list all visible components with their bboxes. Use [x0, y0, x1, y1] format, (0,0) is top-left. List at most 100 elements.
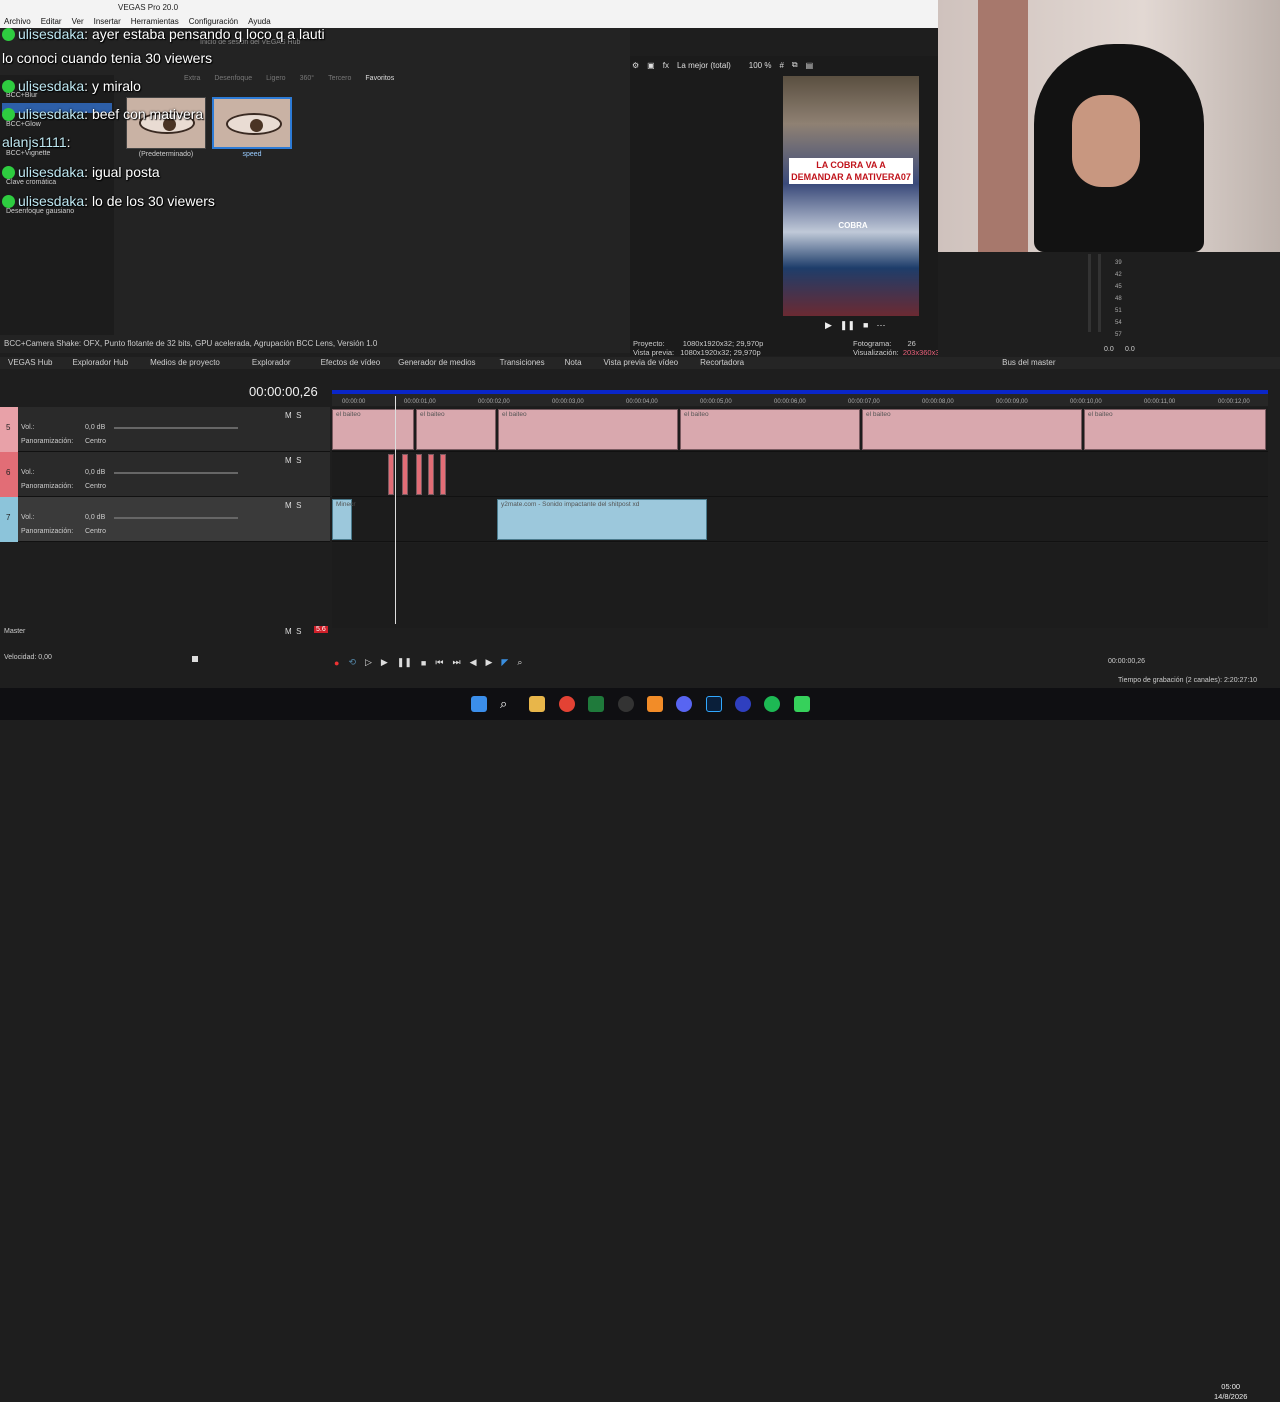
tab-nota[interactable]: Nota: [553, 357, 590, 369]
forward-icon[interactable]: ▶: [486, 657, 493, 668]
mute-solo[interactable]: M S: [285, 411, 301, 420]
fx-item[interactable]: Desenfoque gausiano: [6, 208, 74, 215]
audio-clip-shitpost[interactable]: y2mate.com - Sonido impactante del shitp…: [497, 499, 707, 540]
preset-thumb-speed[interactable]: [212, 97, 292, 149]
fx-item[interactable]: Clave cromática: [6, 179, 56, 186]
tab-explorador[interactable]: Explorador: [228, 357, 299, 369]
meter-label: 48: [1115, 296, 1122, 302]
tab-explorador-hub[interactable]: Explorador Hub: [60, 357, 136, 369]
play-from-start-icon[interactable]: ▷: [365, 657, 372, 668]
audio-clip-small[interactable]: Minecr: [332, 499, 356, 540]
track-header[interactable]: 6 Vol.: 0,0 dB Panoramización: Centro M …: [0, 452, 330, 497]
speed-slider[interactable]: [192, 656, 198, 662]
mute-solo[interactable]: M S: [285, 627, 301, 636]
loop-region[interactable]: [332, 390, 1268, 394]
tab-vista-previa[interactable]: Vista previa de vídeo: [590, 357, 687, 369]
volume-slider[interactable]: [114, 427, 238, 429]
save-icon[interactable]: ▤: [806, 61, 814, 70]
video-banner: LA COBRA VA A DEMANDAR A MATIVERA07: [789, 158, 913, 184]
sfx-clip[interactable]: [416, 454, 422, 495]
chrome-icon[interactable]: [559, 696, 575, 712]
search-icon[interactable]: ⌕: [500, 696, 516, 712]
excel-icon[interactable]: [588, 696, 604, 712]
fx-item[interactable]: BCC+Vignette: [6, 150, 50, 157]
more-icon[interactable]: ⋯: [876, 320, 885, 331]
sfx-clip[interactable]: [388, 454, 394, 495]
search-icon[interactable]: ⌕: [517, 657, 522, 668]
spotify-icon[interactable]: [764, 696, 780, 712]
discord-icon[interactable]: [676, 696, 692, 712]
verified-icon: [2, 28, 15, 41]
audio-clip[interactable]: el baiteo: [1084, 409, 1266, 450]
tab-ligero[interactable]: Ligero: [266, 75, 285, 87]
tab-transiciones[interactable]: Transiciones: [484, 357, 553, 369]
mute-solo[interactable]: M S: [285, 456, 301, 465]
rewind-icon[interactable]: ◀: [470, 657, 477, 668]
timeline-empty-area[interactable]: [332, 543, 1268, 628]
audio-clip[interactable]: el baiteo: [862, 409, 1082, 450]
track-lane-sfx[interactable]: [332, 452, 1268, 497]
audio-clip[interactable]: el baiteo: [498, 409, 678, 450]
track-lane-blue[interactable]: Minecr y2mate.com - Sonido impactante de…: [332, 497, 1268, 542]
kick-icon[interactable]: [794, 696, 810, 712]
track-lane-audio[interactable]: el baiteo el baiteo el baiteo el baiteo …: [332, 407, 1268, 452]
meter-label: 39: [1115, 260, 1122, 266]
window-icon[interactable]: ▣: [647, 61, 655, 70]
volume-value: 0,0 dB: [85, 424, 106, 431]
tab-extra[interactable]: Extra: [184, 75, 200, 87]
chat-line: ulisesdaka: y miralo: [2, 78, 141, 94]
track-header[interactable]: 5 Vol.: 0,0 dB Panoramización: Centro M …: [0, 407, 330, 452]
record-icon[interactable]: ●: [334, 658, 339, 668]
tab-360[interactable]: 360°: [300, 75, 314, 87]
grid-icon[interactable]: #: [779, 61, 783, 70]
vegas-icon[interactable]: [735, 696, 751, 712]
obs-icon[interactable]: [618, 696, 634, 712]
ruler-tick: 00:00:02,00: [478, 399, 510, 405]
loop-icon[interactable]: ⟲: [348, 657, 356, 668]
windows-start-icon[interactable]: [471, 696, 487, 712]
play-icon[interactable]: ▶: [825, 320, 832, 331]
stop-icon[interactable]: ■: [421, 658, 426, 668]
prev-icon[interactable]: ⏮: [435, 657, 443, 668]
tab-tercero[interactable]: Tercero: [328, 75, 351, 87]
file-explorer-icon[interactable]: [529, 696, 545, 712]
play-icon[interactable]: ▶: [381, 657, 388, 668]
edit-tool-icon[interactable]: ◤: [501, 657, 508, 668]
audio-clip[interactable]: el baiteo: [332, 409, 414, 450]
pause-icon[interactable]: ❚❚: [397, 657, 412, 668]
volume-slider[interactable]: [114, 472, 238, 474]
time-ruler[interactable]: 00:00:00 00:00:01,00 00:00:02,00 00:00:0…: [332, 390, 1268, 406]
tab-generador[interactable]: Generador de medios: [388, 357, 483, 369]
tab-recortadora[interactable]: Recortadora: [686, 357, 752, 369]
title-bar: VEGAS Pro 20.0: [0, 0, 938, 16]
audio-clip[interactable]: el baiteo: [680, 409, 860, 450]
preset-thumb-default[interactable]: [126, 97, 206, 149]
fx-item[interactable]: BCC+Glow: [6, 121, 41, 128]
fx-icon[interactable]: fx: [663, 61, 669, 70]
next-icon[interactable]: ⏭: [452, 657, 460, 668]
quality-select[interactable]: La mejor (total): [677, 61, 731, 70]
volume-slider[interactable]: [114, 517, 238, 519]
zoom-select[interactable]: 100 %: [749, 61, 772, 70]
photoshop-icon[interactable]: [706, 696, 722, 712]
tab-bus-master[interactable]: Bus del master: [752, 357, 1063, 369]
tab-medios[interactable]: Medios de proyecto: [136, 357, 228, 369]
sfx-clip[interactable]: [428, 454, 434, 495]
track-header[interactable]: 7 Vol.: 0,0 dB Panoramización: Centro M …: [0, 497, 330, 542]
brave-icon[interactable]: [647, 696, 663, 712]
sfx-clip[interactable]: [440, 454, 446, 495]
sfx-clip[interactable]: [402, 454, 408, 495]
tab-efectos[interactable]: Efectos de vídeo: [299, 357, 389, 369]
pan-value: Centro: [85, 438, 107, 445]
pause-icon[interactable]: ❚❚: [840, 320, 855, 331]
tab-desenfoque[interactable]: Desenfoque: [214, 75, 252, 87]
system-clock[interactable]: 05:00 14/8/2026: [1214, 1382, 1247, 1402]
mute-solo[interactable]: M S: [285, 501, 301, 510]
tab-favoritos[interactable]: Favoritos: [365, 75, 394, 87]
stop-icon[interactable]: ■: [863, 320, 868, 331]
audio-clip[interactable]: el baiteo: [416, 409, 496, 450]
copy-icon[interactable]: ⧉: [792, 60, 798, 70]
playhead[interactable]: [395, 396, 396, 624]
tab-vegas-hub[interactable]: VEGAS Hub: [0, 357, 60, 369]
gear-icon[interactable]: ⚙: [632, 61, 639, 70]
